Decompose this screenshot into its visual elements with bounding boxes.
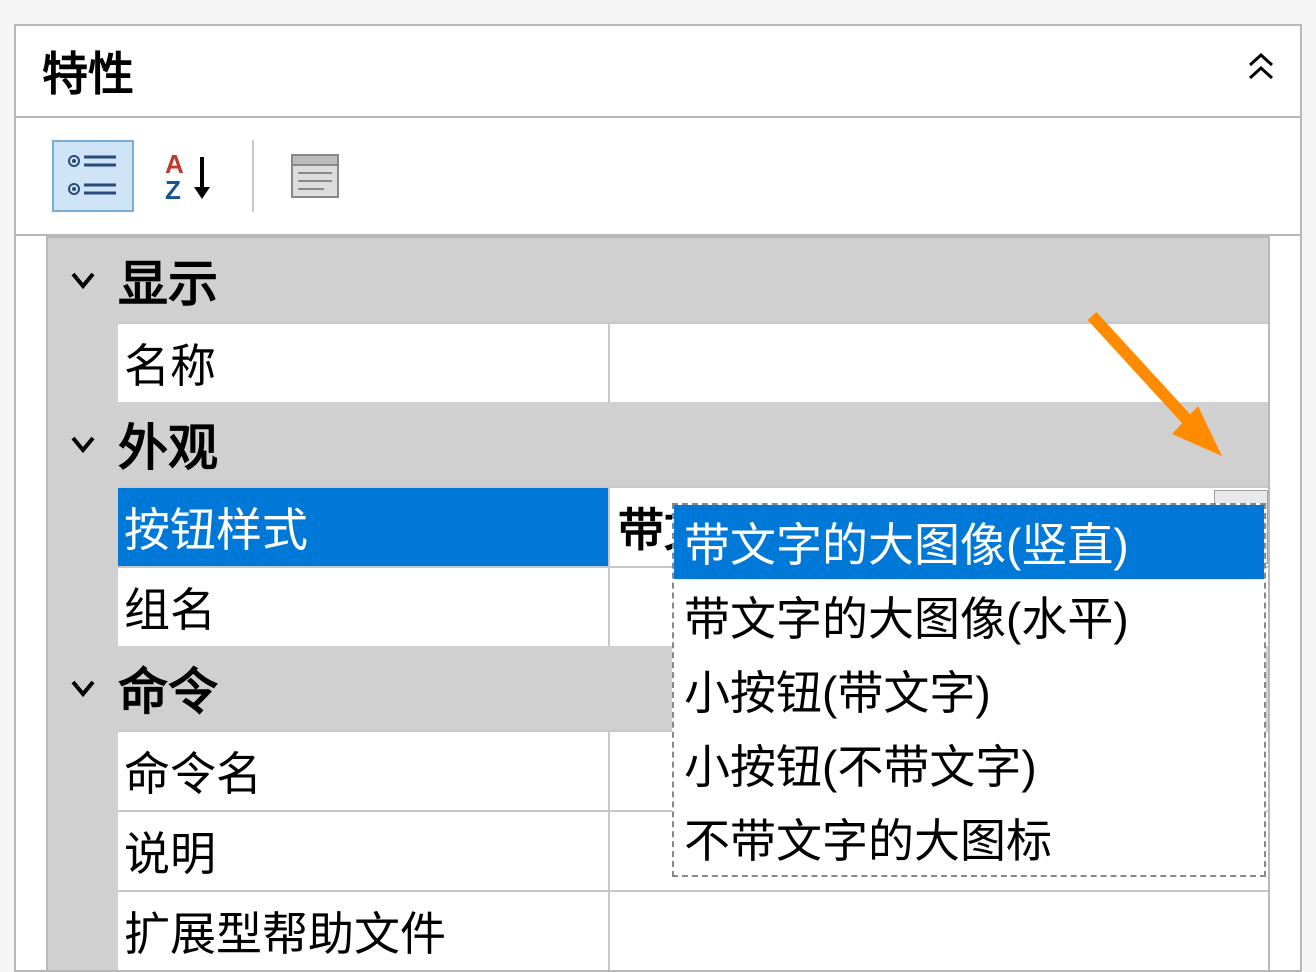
indent-cell	[48, 810, 118, 890]
indent-cell	[48, 486, 118, 566]
collapse-icon[interactable]	[1246, 52, 1276, 90]
property-value[interactable]	[608, 890, 1268, 970]
alphabetical-view-button[interactable]: A Z	[150, 140, 232, 212]
property-label: 扩展型帮助文件	[118, 890, 608, 970]
indent-cell	[48, 322, 118, 402]
svg-text:Z: Z	[165, 175, 181, 203]
chevron-down-icon[interactable]	[48, 402, 118, 486]
chevron-down-icon[interactable]	[48, 646, 118, 730]
dropdown-option[interactable]: 小按钮(不带文字)	[674, 727, 1264, 801]
toolbar-divider	[252, 140, 254, 212]
dropdown-option[interactable]: 带文字的大图像(水平)	[674, 579, 1264, 653]
group-header-display[interactable]: 显示	[48, 238, 1268, 322]
property-label: 按钮样式	[118, 486, 608, 566]
property-label: 说明	[118, 810, 608, 890]
categorized-view-button[interactable]	[52, 140, 134, 212]
group-label: 显示	[118, 238, 1268, 322]
indent-cell	[48, 890, 118, 970]
property-pages-button[interactable]	[274, 140, 356, 212]
chevron-down-icon[interactable]	[48, 238, 118, 322]
group-header-appearance[interactable]: 外观	[48, 402, 1268, 486]
dropdown-list[interactable]: 带文字的大图像(竖直) 带文字的大图像(水平) 小按钮(带文字) 小按钮(不带文…	[672, 503, 1266, 877]
panel-title: 特性	[42, 38, 134, 104]
property-label: 组名	[118, 566, 608, 646]
indent-cell	[48, 566, 118, 646]
properties-panel: 特性 A Z	[14, 24, 1302, 972]
group-label: 外观	[118, 402, 1268, 486]
property-label: 命令名	[118, 730, 608, 810]
property-grid: 显示 名称 外观 按钮样式 带文字的大图像(竖直) 组名	[46, 236, 1270, 970]
property-value[interactable]	[608, 322, 1268, 402]
property-row-name[interactable]: 名称	[48, 322, 1268, 402]
property-label: 名称	[118, 322, 608, 402]
indent-cell	[48, 730, 118, 810]
panel-header: 特性	[16, 26, 1300, 118]
dropdown-option[interactable]: 带文字的大图像(竖直)	[674, 505, 1264, 579]
toolbar: A Z	[16, 118, 1300, 236]
dropdown-option[interactable]: 小按钮(带文字)	[674, 653, 1264, 727]
property-row-ext-help-file[interactable]: 扩展型帮助文件	[48, 890, 1268, 970]
